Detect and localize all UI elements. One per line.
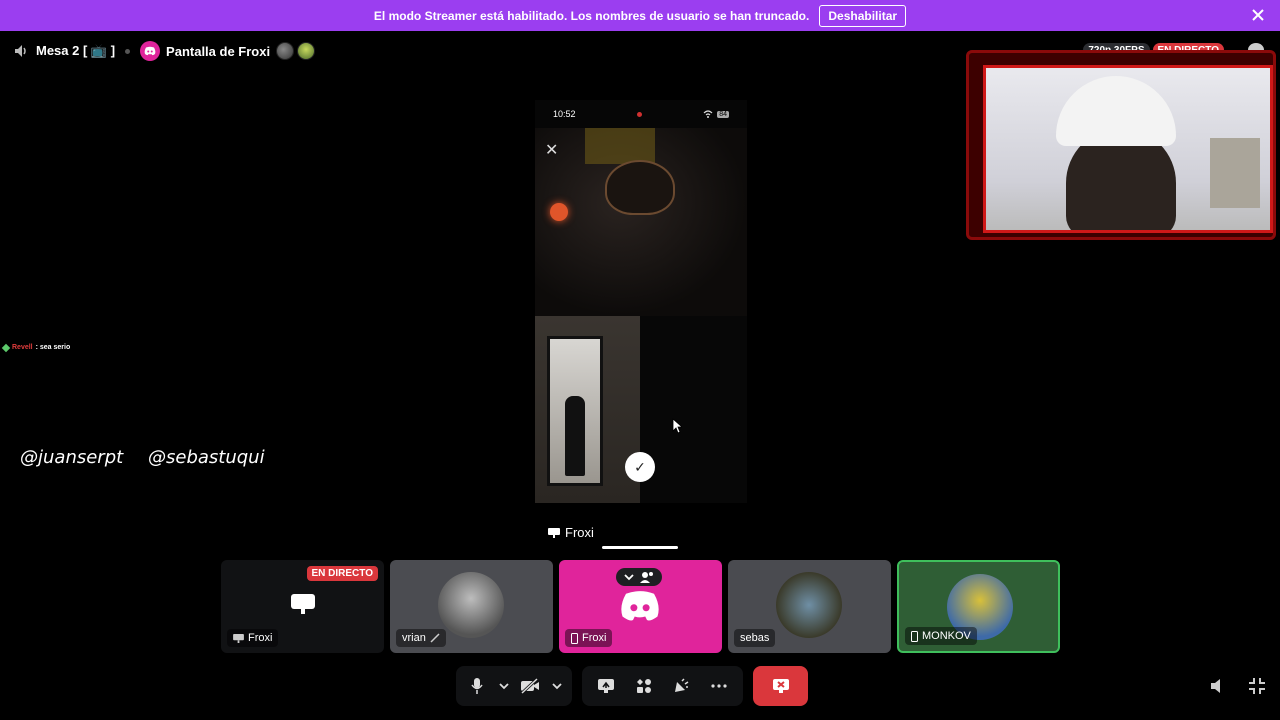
shared-photo-mirror [535,316,640,503]
chat-badge-icon [1,343,11,352]
focused-stream-name: Froxi [565,525,594,540]
video-settings-button[interactable] [547,668,566,704]
participant-tile[interactable]: sebas [728,560,891,653]
soundboard-button[interactable] [664,668,700,704]
call-header: Mesa 2 [ 📺 ] Pantalla de Froxi [14,40,316,62]
participant-tile[interactable]: Froxi [559,560,722,653]
participant-tile-speaking[interactable]: MONKOV [897,560,1060,653]
chevron-down-icon [552,683,562,690]
battery-indicator: 84 [717,110,729,118]
audio-video-controls [456,666,572,706]
more-options-button[interactable] [701,668,737,704]
camera-off-icon [521,678,540,694]
participant-name: MONKOV [922,630,971,642]
mouse-cursor-icon [672,418,682,434]
person-silhouette [565,396,585,476]
background-shelf [1210,138,1260,208]
streamer-mode-text: El modo Streamer está habilitado. Los no… [373,8,810,23]
phone-icon [911,630,918,642]
participant-name-tag: vrian [396,629,446,647]
participant-name: Froxi [582,632,607,644]
live-badge: EN DIRECTO [306,566,378,581]
monitor-icon [548,527,560,538]
more-icon [711,684,727,688]
participant-tile[interactable]: EN DIRECTO Froxi [221,560,384,653]
activities-button[interactable] [626,668,662,704]
helmet-shape [605,160,675,215]
exit-fullscreen-icon[interactable] [1247,676,1267,696]
discord-icon [140,41,161,61]
discord-icon [621,591,659,621]
soundboard-icon [675,678,689,692]
participant-name: vrian [402,632,426,644]
volume-icon[interactable] [1208,676,1228,696]
phone-icon [571,632,578,644]
camera-button[interactable] [515,668,545,704]
share-screen-icon [597,679,614,693]
phone-time: 10:52 [553,109,576,119]
avatar [776,572,842,638]
audio-settings-button[interactable] [494,668,513,704]
activity-controls [582,666,743,706]
focused-stream-label: Froxi [548,525,594,540]
participant-name-tag: Froxi [565,629,613,647]
streamer-cap [1056,76,1176,146]
orange-light [550,203,568,221]
microphone-button[interactable] [462,668,492,704]
users-icon[interactable] [640,571,654,583]
disconnect-icon [772,679,789,693]
check-button[interactable]: ✓ [625,452,655,482]
chevron-down-icon [499,683,509,690]
separator-dot [125,48,131,54]
viewer-avatar[interactable] [297,42,316,60]
photo-light [585,128,655,164]
wifi-icon [703,110,713,118]
participant-name-tag: sebas [734,629,776,647]
focus-indicator [602,546,678,549]
participant-name: Froxi [248,632,273,644]
close-icon[interactable] [1250,7,1266,23]
avatar [438,572,504,638]
speaker-icon [15,45,26,57]
participant-strip: EN DIRECTO Froxi vrian Froxi sebas MONKO… [221,560,1060,653]
participant-tile[interactable]: vrian [390,560,553,653]
muted-icon [430,633,440,643]
activities-icon [636,679,651,693]
shared-photo-top [535,128,747,316]
chevron-down-icon[interactable] [624,573,634,581]
phone-status-bar: 10:52 84 [535,100,747,128]
webcam-overlay [966,50,1276,240]
focus-controls[interactable] [616,568,662,586]
monitor-icon [233,633,244,643]
disconnect-button[interactable] [753,666,808,706]
shared-photo-dark [640,316,747,503]
chat-username: Revell [12,344,33,351]
stream-title: Pantalla de Froxi [166,43,271,59]
streamer-mode-banner: El modo Streamer está habilitado. Los no… [0,0,1280,31]
social-handle: @juanserpt [20,447,124,468]
share-screen-button[interactable] [588,668,624,704]
microphone-icon [471,678,483,694]
participant-name-tag: MONKOV [905,627,977,645]
screenshare-view[interactable]: 10:52 84 ✕ ✓ [535,100,747,503]
recording-dot-icon [636,111,642,117]
voice-channel-name[interactable]: Mesa 2 [ 📺 ] [36,43,115,59]
webcam-feed [983,65,1273,233]
viewer-avatar[interactable] [276,42,295,60]
participant-name-tag: Froxi [227,629,279,647]
participant-name: sebas [740,632,770,644]
stream-chat-message: Revell : sea serio [1,343,71,352]
close-icon[interactable]: ✕ [545,140,558,160]
disable-streamer-mode-button[interactable]: Deshabilitar [819,4,907,27]
social-handle: @sebastuqui [148,447,265,468]
monitor-icon [291,594,315,614]
chat-text: : sea serio [35,344,71,351]
